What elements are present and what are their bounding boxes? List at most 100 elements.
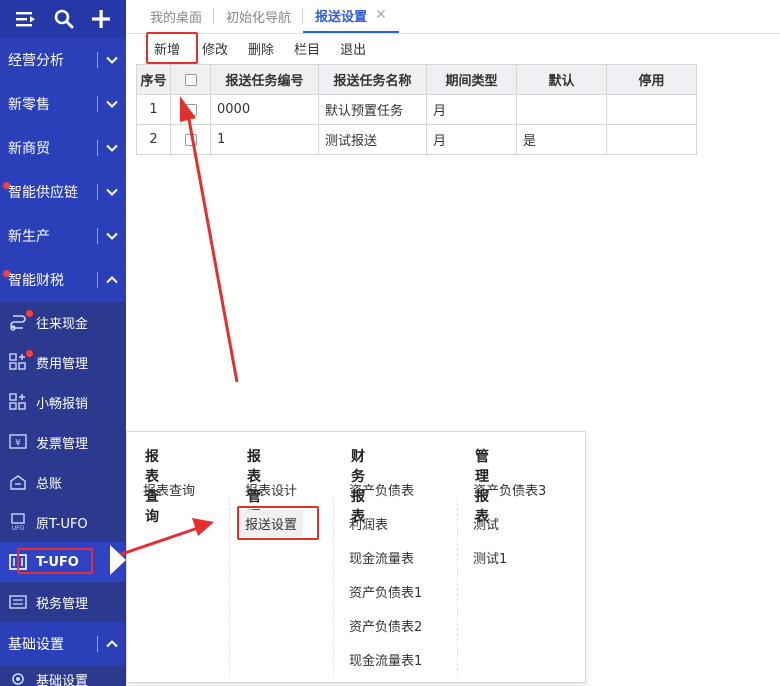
sidebar-item-7[interactable]: 税务管理 bbox=[0, 582, 126, 622]
header-task-name[interactable]: 报送任务名称 bbox=[318, 64, 427, 95]
cell-disabled bbox=[606, 124, 697, 155]
sidebar-section-label: 基础设置 bbox=[8, 637, 64, 653]
cell-seq: 1 bbox=[136, 94, 171, 125]
sidebar-item-label: 费用管理 bbox=[36, 356, 89, 372]
columns-button[interactable]: 栏目 bbox=[286, 34, 332, 62]
chevron-up-icon bbox=[106, 276, 118, 284]
close-icon[interactable]: ✕ bbox=[375, 7, 387, 23]
sidebar-section-2[interactable]: 新商贸 bbox=[0, 126, 126, 170]
tab-my-desktop[interactable]: 我的桌面 bbox=[138, 0, 215, 33]
sidebar-section-label: 新商贸 bbox=[8, 141, 50, 157]
sidebar-item-1[interactable]: 费用管理 bbox=[0, 342, 126, 382]
notification-dot bbox=[3, 270, 10, 277]
menu-item[interactable]: 测试 bbox=[473, 514, 499, 533]
sidebar-section-label: 智能财税 bbox=[8, 273, 64, 289]
sidebar-item-0[interactable]: 往来现金 bbox=[0, 302, 126, 342]
menu-item[interactable]: 资产负债表1 bbox=[349, 582, 422, 601]
sidebar-item-4[interactable]: 总账 bbox=[0, 462, 126, 502]
select-all-checkbox[interactable] bbox=[184, 73, 197, 86]
highlight-add-button bbox=[146, 32, 198, 64]
sidebar-item-label: 往来现金 bbox=[36, 316, 89, 332]
menu-item-report-design[interactable]: 报表设计 bbox=[245, 480, 297, 499]
divider bbox=[229, 498, 230, 676]
row-checkbox[interactable] bbox=[184, 103, 197, 116]
divider bbox=[97, 184, 98, 200]
header-period-type[interactable]: 期间类型 bbox=[426, 64, 517, 95]
divider bbox=[97, 636, 98, 652]
header-default[interactable]: 默认 bbox=[516, 64, 607, 95]
tab-label: 初始化导航 bbox=[226, 10, 292, 26]
cell-disabled bbox=[606, 94, 697, 125]
menu-item-report-query[interactable]: 报表查询 bbox=[143, 480, 195, 499]
sidebar-section-label: 新零售 bbox=[8, 97, 50, 113]
chevron-down-icon bbox=[106, 188, 118, 196]
divider bbox=[97, 52, 98, 68]
sidebar-section-basic-settings[interactable]: 基础设置 bbox=[0, 622, 126, 666]
sidebar-section-1[interactable]: 新零售 bbox=[0, 82, 126, 126]
sidebar-section-label: 智能供应链 bbox=[8, 185, 78, 201]
sidebar-item-basic-settings[interactable]: 基础设置 bbox=[0, 666, 126, 686]
sidebar-item-label: 原T-UFO bbox=[36, 516, 88, 532]
chevron-down-icon bbox=[106, 232, 118, 240]
sidebar-section-4[interactable]: 新生产 bbox=[0, 214, 126, 258]
sidebar-item-label: 税务管理 bbox=[36, 596, 89, 612]
expense-grid-icon bbox=[8, 353, 28, 371]
divider bbox=[97, 272, 98, 288]
menu-item[interactable]: 现金流量表 bbox=[349, 548, 414, 567]
highlight-t-ufo bbox=[17, 548, 93, 574]
cell-task-name: 测试报送 bbox=[318, 124, 427, 155]
tab-init-nav[interactable]: 初始化导航 bbox=[214, 0, 304, 33]
cash-flow-icon bbox=[8, 313, 28, 331]
ufo-icon: UFO bbox=[8, 513, 28, 531]
sidebar-section-label: 经营分析 bbox=[8, 53, 64, 69]
svg-text:UFO: UFO bbox=[12, 525, 25, 531]
report-task-table: 序号 报送任务编号 报送任务名称 期间类型 默认 停用 1 0000 默认预置任务月… bbox=[136, 64, 697, 155]
edit-button[interactable]: 修改 bbox=[194, 34, 236, 62]
cell-period-type: 月 bbox=[426, 124, 517, 155]
row-checkbox[interactable] bbox=[184, 133, 197, 146]
search-icon[interactable] bbox=[54, 9, 74, 29]
menu-item[interactable]: 资产负债表3 bbox=[473, 480, 546, 499]
exit-button[interactable]: 退出 bbox=[332, 34, 374, 62]
sidebar-toolbar bbox=[0, 0, 126, 38]
header-task-code[interactable]: 报送任务编号 bbox=[210, 64, 319, 95]
sidebar-item-label: 发票管理 bbox=[36, 436, 89, 452]
sidebar-item-5[interactable]: UFO 原T-UFO bbox=[0, 502, 126, 542]
sidebar-item-2[interactable]: 小畅报销 bbox=[0, 382, 126, 422]
cell-default bbox=[516, 94, 607, 125]
sidebar-section-5[interactable]: 智能财税 bbox=[0, 258, 126, 302]
menu-item[interactable]: 资产负债表2 bbox=[349, 616, 422, 635]
header-seq: 序号 bbox=[136, 64, 171, 95]
divider bbox=[97, 96, 98, 112]
chevron-up-icon bbox=[106, 640, 118, 648]
plus-icon[interactable] bbox=[91, 9, 111, 29]
menu-item[interactable]: 利润表 bbox=[349, 514, 388, 533]
tab-bar: 我的桌面 初始化导航 报送设置 ✕ bbox=[126, 0, 780, 34]
sidebar: 经营分析新零售新商贸智能供应链新生产智能财税 往来现金费用管理小畅报销 ¥ 发票管理… bbox=[0, 0, 126, 686]
header-disabled[interactable]: 停用 bbox=[606, 64, 697, 95]
sidebar-item-3[interactable]: ¥ 发票管理 bbox=[0, 422, 126, 462]
table-row[interactable]: 1 0000 默认预置任务月 bbox=[136, 94, 697, 125]
cell-period-type: 月 bbox=[426, 94, 517, 125]
sidebar-section-3[interactable]: 智能供应链 bbox=[0, 170, 126, 214]
tab-label: 我的桌面 bbox=[150, 10, 203, 26]
cell-task-name: 默认预置任务 bbox=[318, 94, 427, 125]
chevron-down-icon bbox=[106, 56, 118, 64]
menu-item[interactable]: 资产负债表 bbox=[349, 480, 414, 499]
cell-seq: 2 bbox=[136, 124, 171, 155]
gear-icon bbox=[8, 670, 28, 686]
menu-collapse-icon[interactable] bbox=[15, 10, 37, 28]
cell-task-code: 1 bbox=[210, 124, 319, 155]
divider bbox=[457, 498, 458, 676]
cell-select bbox=[170, 124, 211, 155]
table-row[interactable]: 2 1 测试报送月是 bbox=[136, 124, 697, 155]
sidebar-section-label: 新生产 bbox=[8, 229, 50, 245]
header-select-all bbox=[170, 64, 211, 95]
notification-dot bbox=[3, 182, 10, 189]
menu-item[interactable]: 测试1 bbox=[473, 548, 507, 567]
ledger-icon bbox=[8, 473, 28, 491]
tab-report-submission-settings[interactable]: 报送设置 ✕ bbox=[303, 0, 399, 33]
menu-item[interactable]: 现金流量表1 bbox=[349, 650, 422, 669]
delete-button[interactable]: 删除 bbox=[236, 34, 286, 62]
sidebar-section-0[interactable]: 经营分析 bbox=[0, 38, 126, 82]
